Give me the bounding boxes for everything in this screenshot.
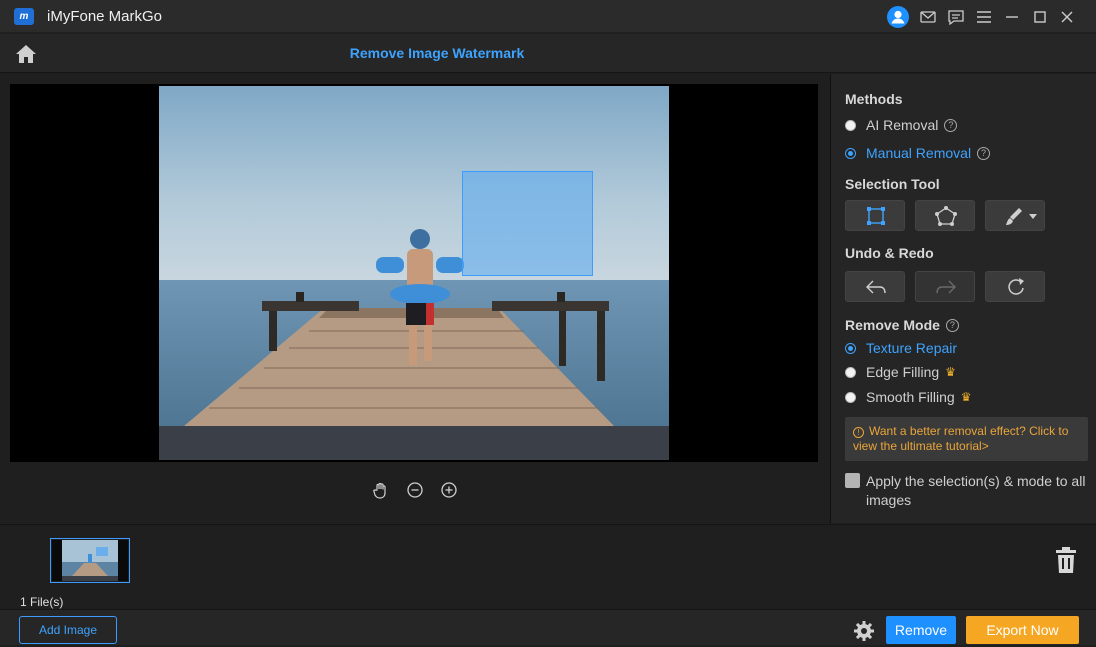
header-bar: Remove Image Watermark [0,34,1096,73]
methods-title: Methods [845,91,903,107]
refresh-icon [1008,278,1024,295]
crown-premium-icon: ♛ [960,390,972,404]
zoom-controls [368,480,468,500]
tutorial-tip-text: Want a better removal effect? Click to v… [853,424,1069,453]
rectangle-select-icon [867,207,885,225]
maximize-icon[interactable] [1030,7,1050,27]
crown-premium-icon: ♛ [945,365,956,379]
method-manual-removal-label: Manual Removal [866,145,972,161]
undo-icon [866,280,886,294]
selection-tool-title: Selection Tool [845,176,940,192]
brush-tool-button[interactable] [985,200,1045,231]
preview-photo [159,86,669,460]
method-manual-removal[interactable]: Manual Removal ? [845,144,991,162]
remove-button[interactable]: Remove [886,616,956,644]
image-canvas[interactable] [10,84,818,462]
rectangle-select-button[interactable] [845,200,905,231]
reset-button[interactable] [985,271,1045,302]
export-now-button[interactable]: Export Now [966,616,1079,644]
redo-icon [936,280,956,294]
app-title: iMyFone MarkGo [47,8,163,25]
account-avatar-icon[interactable] [887,6,909,28]
menu-icon[interactable] [974,7,994,27]
warning-icon: ! [853,427,864,438]
add-image-button[interactable]: Add Image [19,616,117,644]
method-ai-removal[interactable]: AI Removal ? [845,116,958,134]
zoom-in-icon[interactable] [439,480,459,500]
settings-panel: Methods AI Removal ? Manual Removal ? Se… [830,74,1096,523]
remove-mode-title-label: Remove Mode [845,317,940,333]
hand-pan-icon[interactable] [371,480,391,500]
help-icon[interactable]: ? [977,146,991,160]
minimize-icon[interactable] [1002,7,1022,27]
polygon-select-button[interactable] [915,200,975,231]
mail-icon[interactable] [918,7,938,27]
mode-texture-repair-label: Texture Repair [866,340,958,356]
home-icon[interactable] [14,43,38,65]
radio-icon[interactable] [845,119,856,131]
radio-icon[interactable] [845,366,856,378]
mode-texture-repair[interactable]: Texture Repair [845,339,957,357]
gear-icon[interactable] [853,620,875,642]
app-logo: m [14,8,34,25]
redo-button[interactable] [915,271,975,302]
mode-smooth-filling[interactable]: Smooth Filling ♛ [845,388,971,406]
undo-redo-title: Undo & Redo [845,245,934,261]
apply-all-checkbox[interactable] [845,473,860,488]
close-icon[interactable] [1057,7,1077,27]
undo-button[interactable] [845,271,905,302]
selection-rectangle[interactable] [462,171,593,276]
page-title: Remove Image Watermark [349,45,525,61]
apply-all-label: Apply the selection(s) & mode to all ima… [866,473,1086,508]
help-icon[interactable]: ? [944,118,958,132]
title-bar: m iMyFone MarkGo [0,0,1096,33]
zoom-out-icon[interactable] [405,480,425,500]
mode-smooth-filling-label: Smooth Filling [866,389,955,405]
method-ai-removal-label: AI Removal [866,117,939,133]
tutorial-tip-link[interactable]: ! Want a better removal effect? Click to … [845,417,1088,461]
trash-icon[interactable] [1055,546,1077,574]
mode-edge-filling[interactable]: Edge Filling ♛ [845,363,956,381]
radio-selected-icon[interactable] [845,342,856,354]
radio-icon[interactable] [845,391,856,403]
polygon-select-icon [935,206,957,226]
radio-selected-icon[interactable] [845,147,856,159]
mode-edge-filling-label: Edge Filling [866,364,940,380]
help-icon[interactable]: ? [945,318,959,332]
brush-icon [1006,208,1037,225]
file-count: 1 File(s) [20,595,64,609]
file-strip: 1 File(s) [0,524,1096,609]
footer-bar: Add Image Remove Export Now [0,609,1096,645]
image-thumbnail[interactable] [50,538,130,583]
feedback-icon[interactable] [946,7,966,27]
remove-mode-title: Remove Mode ? [845,317,959,333]
